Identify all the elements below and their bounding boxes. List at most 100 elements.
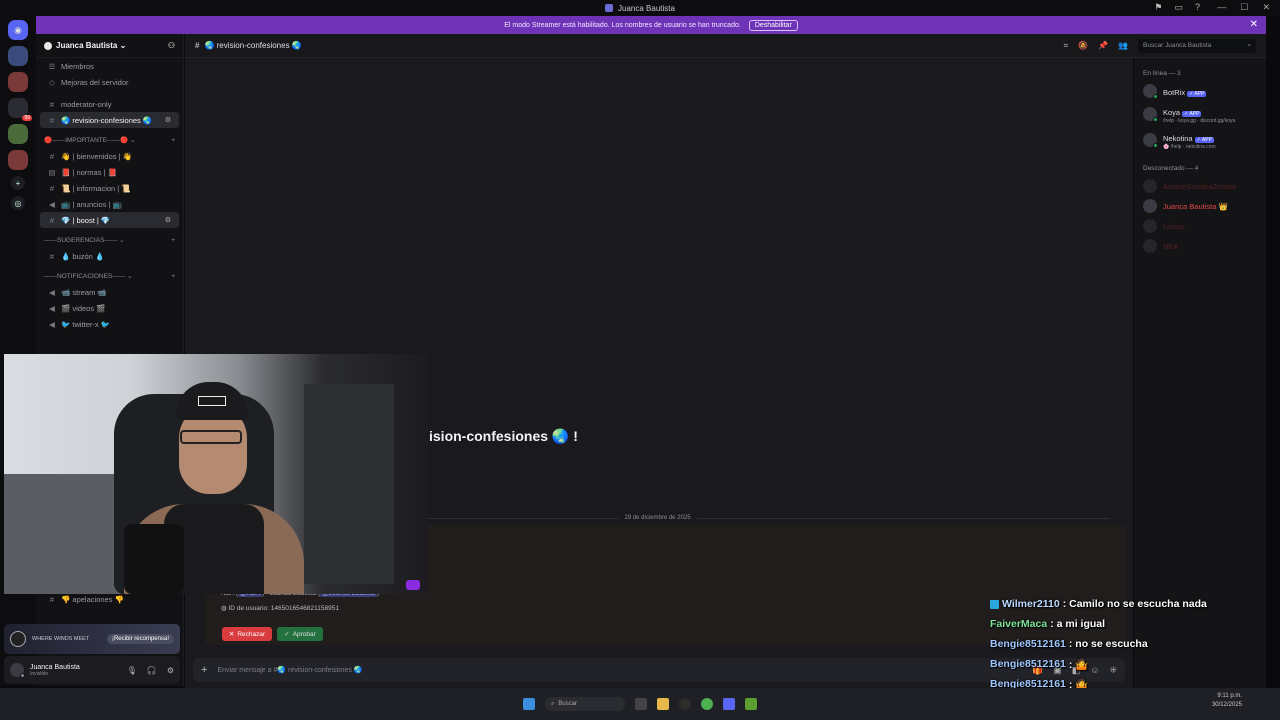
maximize-button[interactable]: ☐ — [1240, 2, 1248, 13]
chat-username: Bengie8512161 — [990, 658, 1066, 670]
add-server-icon[interactable]: + — [11, 176, 25, 190]
search-input[interactable]: Buscar Juanca Bautista ⌕ — [1138, 38, 1256, 53]
stream-chat-overlay: Wilmer2110: Camilo no se escucha nada Fai… — [990, 594, 1280, 710]
search-icon: ⌕ — [1247, 41, 1251, 49]
megaphone-icon: ◀ — [49, 319, 55, 329]
discord-icon[interactable] — [723, 698, 735, 710]
sidebar-item-members[interactable]: ☰ Miembros — [40, 58, 179, 74]
member-item[interactable]: AmaceSombraZenata — [1134, 176, 1266, 196]
channel-revision-confesiones[interactable]: # 🌏 revision-confesiones 🌏 ⚙ — [40, 112, 179, 128]
discord-app-icon — [605, 4, 614, 12]
message-input[interactable]: Enviar mensaje a #🌏 revision-confesiones… — [217, 666, 362, 674]
add-channel-icon[interactable]: + — [171, 137, 175, 144]
chat-badge-icon — [990, 599, 999, 609]
divider-line — [696, 517, 1111, 519]
member-item[interactable]: Nekotina ✓ APP 🌸 /help · nekotina.com — [1134, 127, 1266, 153]
discord-home-icon[interactable]: ◉ — [8, 20, 28, 40]
reject-button[interactable]: ✕ Rechazar — [222, 627, 272, 641]
settings-icon[interactable]: ⚙ — [165, 216, 171, 224]
member-item[interactable]: Lúciyo — [1134, 216, 1266, 236]
server-header[interactable]: Juanca Bautista ⌄ ⚇ — [36, 34, 183, 58]
claim-reward-button[interactable]: ¡Recibir recompensa! — [106, 634, 174, 644]
taskbar-search[interactable]: ⌕ Buscar — [545, 697, 625, 711]
file-explorer-icon[interactable] — [657, 698, 669, 710]
system-clock[interactable]: 9:11 p.m. 30/12/2025 — [1212, 692, 1242, 710]
add-channel-icon[interactable]: + — [171, 237, 175, 244]
avatar — [1143, 239, 1157, 253]
mute-icon[interactable]: 🔕 — [1078, 41, 1088, 50]
server-icon[interactable]: 99 — [8, 98, 32, 121]
server-icon[interactable] — [8, 46, 28, 66]
obs-icon[interactable] — [679, 698, 691, 710]
minecraft-icon[interactable] — [745, 698, 757, 710]
promo-text: WHERE WINDS MEET — [32, 636, 90, 642]
avatar[interactable] — [10, 663, 25, 678]
channel-informacion[interactable]: # 📜 | informacion | 📜 — [40, 180, 179, 196]
approve-button[interactable]: ✓ Aprobar — [277, 627, 323, 641]
gear-icon[interactable]: ⚙ — [167, 666, 174, 675]
task-view-icon[interactable] — [635, 698, 647, 710]
explore-icon[interactable]: ◎ — [11, 196, 25, 210]
settings-icon[interactable]: ⚙ — [165, 116, 171, 124]
server-icon[interactable] — [8, 124, 28, 144]
headphones-icon[interactable]: 🎧 — [147, 666, 157, 675]
add-channel-icon[interactable]: + — [171, 273, 175, 280]
megaphone-icon: ◀ — [49, 287, 55, 297]
sidebar-item-boosts[interactable]: ◇ Mejoras del servidor — [40, 74, 179, 90]
channel-anuncios[interactable]: ◀ 📺 | anuncios | 📺 — [40, 196, 179, 212]
members-list-icon[interactable]: 👥 — [1118, 41, 1128, 50]
promo-banner[interactable]: WHERE WINDS MEET ¡Recibir recompensa! — [4, 624, 180, 654]
help-icon[interactable]: ? — [1195, 2, 1200, 13]
online-header: En línea — 3 — [1143, 70, 1181, 77]
message-composer[interactable]: + Enviar mensaje a #🌏 revision-confesion… — [193, 658, 1125, 682]
channel-normas[interactable]: ▤ 📕 | normas | 📕 — [40, 164, 179, 180]
channel-boost[interactable]: # 💎 | boost | 💎 ⚙ — [40, 212, 179, 228]
avatar — [1143, 179, 1157, 193]
chat-message: Bengie8512161: no se escucha — [990, 634, 1280, 654]
start-icon[interactable] — [523, 698, 535, 710]
category-sugerencias[interactable]: ------SUGERENCIAS------ ⌄ + — [36, 232, 183, 248]
rules-icon: ▤ — [48, 167, 56, 177]
inbox-icon[interactable]: ⚑ — [1154, 2, 1162, 13]
user-name: Juanca Bautista — [30, 663, 80, 671]
add-attachment-icon[interactable]: + — [201, 664, 207, 676]
channel-moderator-only[interactable]: # moderator-only — [40, 96, 179, 112]
threads-icon[interactable]: ⌗ — [1064, 41, 1069, 51]
minimize-button[interactable]: — — [1217, 2, 1226, 13]
channel-sidebar: Juanca Bautista ⌄ ⚇ ☰ Miembros ◇ Mejoras d… — [36, 34, 184, 354]
screen-icon[interactable]: ▭ — [1174, 2, 1183, 13]
channel-videos[interactable]: ◀ 🎬 videos 🎬 — [40, 300, 179, 316]
members-icon: ☰ — [48, 61, 56, 71]
category-notificaciones[interactable]: ------NOTIFICACIONES------ ⌄ + — [36, 268, 183, 284]
banner-text: El modo Streamer está habilitado. Los no… — [504, 21, 741, 29]
x-icon: ✕ — [228, 631, 235, 638]
microphone — [124, 524, 184, 594]
microphone-icon[interactable]: 🎙 — [127, 666, 137, 675]
close-icon[interactable]: ✕ — [1250, 19, 1258, 30]
channel-bienvenidos[interactable]: # 👋 | bienvenidos | 👋 — [40, 148, 179, 164]
close-window-button[interactable]: ✕ — [1262, 2, 1270, 13]
pin-icon[interactable]: 📌 — [1098, 41, 1108, 50]
status-invisible-icon — [20, 673, 25, 678]
member-item[interactable]: BotRix ✓ APP — [1134, 81, 1266, 101]
invite-icon[interactable]: ⚇ — [168, 41, 175, 50]
server-icon[interactable] — [8, 150, 28, 170]
channel-twitter-x[interactable]: ◀ 🐦 twitter-x 🐦 — [40, 316, 179, 332]
offline-header: Desconectado — 4 — [1143, 165, 1199, 172]
chat-text: : no se escucha — [1068, 638, 1148, 650]
channel-stream[interactable]: ◀ 📹 stream 📹 — [40, 284, 179, 300]
chrome-icon[interactable] — [701, 698, 713, 710]
cap-logo — [198, 396, 226, 406]
member-item[interactable]: Juanca Bautista 👑 — [1134, 196, 1266, 216]
user-panel: Juanca Bautista Invisible 🎙 🎧 ⚙ — [4, 656, 180, 684]
member-item[interactable]: Koya ✓ APP/help · koya.gg · discord.gg/ko… — [1134, 101, 1266, 127]
member-item[interactable]: NEA — [1134, 236, 1266, 256]
hash-icon: # — [49, 594, 55, 604]
background-shelf — [304, 384, 394, 584]
app-badge: ✓ APP — [1182, 111, 1202, 117]
channel-title: 🌏 revision-confesiones 🌏 — [204, 41, 302, 50]
category-importante[interactable]: 🔴------IMPORTANTE------🔴 ⌄ + — [36, 132, 183, 148]
server-icon[interactable] — [8, 72, 28, 92]
channel-buzon[interactable]: # 💧 buzón 💧 — [40, 248, 179, 264]
disable-streamer-button[interactable]: Deshabilitar — [748, 19, 798, 31]
